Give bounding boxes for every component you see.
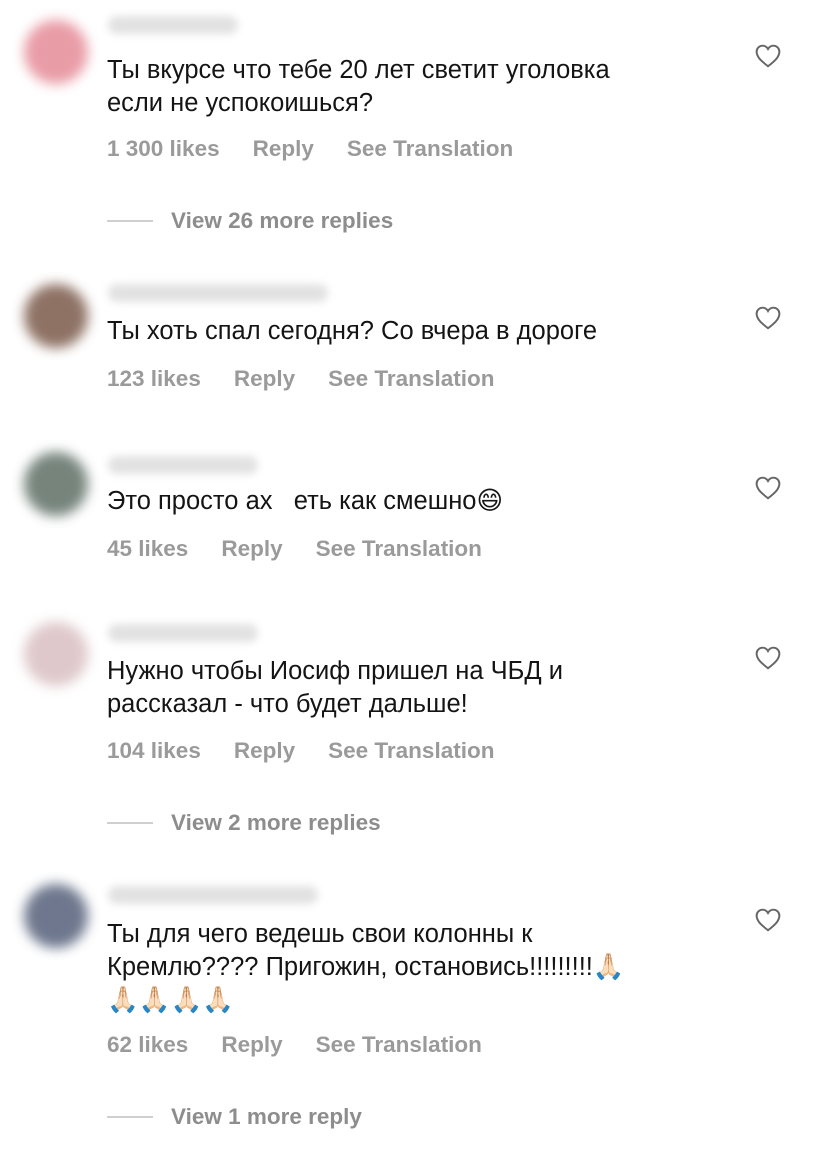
- reply-button[interactable]: Reply: [221, 1032, 282, 1058]
- reply-button[interactable]: Reply: [221, 536, 282, 562]
- grinning-face-emoji: 😄: [476, 486, 504, 516]
- see-translation-button[interactable]: See Translation: [316, 536, 482, 562]
- reply-button[interactable]: Reply: [234, 366, 295, 392]
- comment-text: Ты хоть спал сегодня? Со вчера в дороге: [107, 317, 598, 345]
- divider: [107, 1116, 153, 1118]
- likes-count[interactable]: 1 300 likes: [107, 136, 220, 162]
- comment-actions: 1 300 likes Reply See Translation: [107, 136, 513, 162]
- comment-actions: 62 likes Reply See Translation: [107, 1032, 482, 1058]
- comment-text-content: Это просто ах еть как смешно: [107, 487, 477, 515]
- avatar[interactable]: [24, 20, 88, 84]
- see-translation-button[interactable]: See Translation: [328, 366, 494, 392]
- heart-outline-icon[interactable]: [755, 44, 781, 68]
- likes-count[interactable]: 45 likes: [107, 536, 188, 562]
- username-blurred[interactable]: [108, 284, 328, 302]
- likes-count[interactable]: 62 likes: [107, 1032, 188, 1058]
- avatar[interactable]: [24, 622, 88, 686]
- view-more-replies[interactable]: View 1 more reply: [107, 1104, 362, 1130]
- see-translation-button[interactable]: See Translation: [328, 738, 494, 764]
- see-translation-button[interactable]: See Translation: [316, 1032, 482, 1058]
- comment-text: Ты для чего ведешь свои колонны к Кремлю…: [107, 920, 625, 1014]
- view-more-label: View 1 more reply: [171, 1104, 362, 1129]
- heart-outline-icon[interactable]: [755, 476, 781, 500]
- see-translation-button[interactable]: See Translation: [347, 136, 513, 162]
- username-blurred[interactable]: [108, 624, 258, 642]
- username-blurred[interactable]: [108, 456, 258, 474]
- view-more-label: View 2 more replies: [171, 810, 381, 835]
- avatar[interactable]: [24, 884, 88, 948]
- divider: [107, 220, 153, 222]
- comment-actions: 123 likes Reply See Translation: [107, 366, 494, 392]
- comment-text: Ты вкурсе что тебе 20 лет светит уголовк…: [107, 56, 610, 117]
- comment-text: Нужно чтобы Иосиф пришел на ЧБД и расска…: [107, 657, 563, 718]
- view-more-label: View 26 more replies: [171, 208, 394, 233]
- username-blurred[interactable]: [108, 16, 238, 34]
- view-more-replies[interactable]: View 2 more replies: [107, 810, 381, 836]
- likes-count[interactable]: 123 likes: [107, 366, 201, 392]
- comment-actions: 45 likes Reply See Translation: [107, 536, 482, 562]
- username-blurred[interactable]: [108, 886, 318, 904]
- comment-text: Это просто ах еть как смешно😄: [107, 485, 727, 518]
- reply-button[interactable]: Reply: [253, 136, 314, 162]
- divider: [107, 822, 153, 824]
- view-more-replies[interactable]: View 26 more replies: [107, 208, 393, 234]
- comment-actions: 104 likes Reply See Translation: [107, 738, 494, 764]
- heart-outline-icon[interactable]: [755, 306, 781, 330]
- avatar[interactable]: [24, 284, 88, 348]
- heart-outline-icon[interactable]: [755, 646, 781, 670]
- heart-outline-icon[interactable]: [755, 908, 781, 932]
- reply-button[interactable]: Reply: [234, 738, 295, 764]
- likes-count[interactable]: 104 likes: [107, 738, 201, 764]
- avatar[interactable]: [24, 452, 88, 516]
